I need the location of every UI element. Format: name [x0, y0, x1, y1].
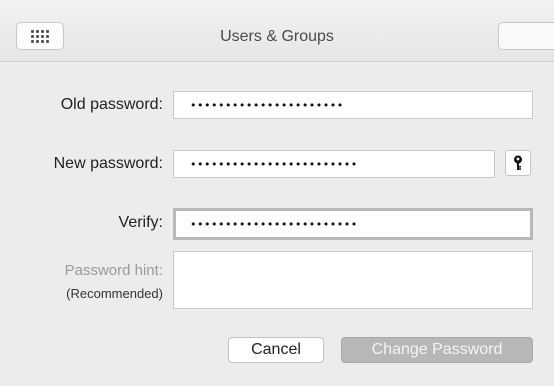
new-password-field[interactable]: ••••••••••••••••••••••••: [173, 150, 495, 178]
cancel-button[interactable]: Cancel: [228, 337, 324, 363]
window-title: Users & Groups: [220, 28, 334, 45]
password-hint-sublabel: (Recommended): [66, 286, 163, 301]
password-hint-label: Password hint:: [64, 262, 163, 279]
title-bar: Users & Groups: [0, 0, 554, 62]
password-assistant-button[interactable]: [505, 150, 531, 176]
password-hint-field[interactable]: [173, 251, 533, 309]
new-password-label: New password:: [53, 155, 163, 172]
change-password-button[interactable]: Change Password: [341, 337, 533, 363]
verify-field[interactable]: ••••••••••••••••••••••••: [173, 208, 533, 240]
verify-label: Verify:: [118, 214, 163, 231]
old-password-field[interactable]: ••••••••••••••••••••••: [173, 91, 533, 119]
key-icon: [514, 155, 522, 170]
search-field[interactable]: [498, 22, 554, 50]
old-password-label: Old password:: [60, 96, 163, 113]
change-password-sheet: Users & Groups Old password: •••••••••••…: [0, 0, 554, 386]
